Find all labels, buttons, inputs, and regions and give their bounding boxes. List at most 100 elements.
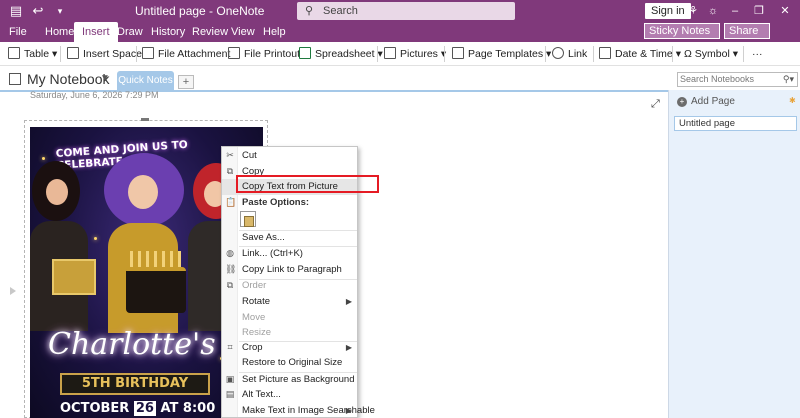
menu-item-order: ⧉ Order (222, 278, 357, 294)
ribbon: Table ▾ Insert Space File Attachment Fil… (0, 42, 800, 66)
menu-item-label: Alt Text... (242, 389, 281, 400)
paragraph-handle-icon[interactable] (10, 287, 16, 295)
page-time: 7:29 PM (125, 90, 159, 100)
symbol-label: Symbol (694, 48, 730, 60)
submenu-arrow-icon: ▶ (345, 343, 352, 352)
tab-help[interactable]: Help (263, 22, 286, 42)
close-icon[interactable]: ✕ (777, 3, 793, 19)
tab-file[interactable]: File (9, 22, 27, 42)
alt-text-icon: ▤ (225, 389, 235, 399)
page-item[interactable]: Untitled page (674, 116, 797, 131)
calendar-icon (599, 47, 611, 59)
printout-icon (228, 47, 240, 59)
date-day: 26 (133, 401, 156, 416)
add-page-label: Add Page (691, 96, 735, 107)
title-bar: ▤ ↩ ▾ Untitled page - OneNote ⚲ Search S… (0, 0, 800, 22)
notebook-search-input[interactable]: Search Notebooks ⚲▾ (677, 72, 798, 87)
file-printout-button[interactable]: File Printout (228, 46, 300, 62)
menu-item-label: Cut (242, 150, 257, 161)
menu-item-link[interactable]: ◍ Link... (Ctrl+K) (222, 246, 357, 262)
ribbon-divider (60, 46, 61, 62)
chevron-down-icon[interactable]: ▼ (100, 73, 110, 84)
pictures-button[interactable]: Pictures ▾ (384, 46, 446, 62)
customize-toolbar-icon[interactable]: ▾ (52, 3, 68, 19)
symbol-button[interactable]: Ω Symbol ▾ (684, 46, 738, 62)
date-time: AT 8:00 (160, 401, 216, 416)
menu-item-move: Move (222, 310, 357, 326)
sidebar-toggle-icon[interactable]: ▤ (8, 3, 24, 19)
scissors-icon: ✂ (226, 150, 234, 160)
notebook-name[interactable]: My Notebook (27, 71, 109, 87)
sparkle (94, 237, 97, 240)
file-attachment-button[interactable]: File Attachment (142, 46, 230, 62)
sticky-notes-button[interactable]: Sticky Notes (644, 23, 720, 39)
section-tab-quick-notes[interactable]: Quick Notes (117, 71, 174, 90)
more-button[interactable]: ··· (752, 46, 763, 62)
link-label: Link (568, 48, 588, 60)
menu-item-restore-original-size[interactable]: Restore to Original Size (222, 355, 357, 371)
expand-icon[interactable]: ⤢ (651, 98, 660, 111)
link-button[interactable]: Link (552, 46, 587, 62)
menu-item-label: Move (242, 312, 266, 323)
paste-keep-source-button[interactable] (240, 211, 256, 227)
container-drag-handle[interactable] (141, 118, 149, 121)
menu-item-label: Rotate (242, 296, 270, 307)
menu-item-save-as[interactable]: Save As... (222, 230, 357, 246)
sign-in-button[interactable]: Sign in (645, 3, 691, 19)
menu-item-crop[interactable]: ⌗ Crop ▶ (222, 340, 357, 356)
invitation-date: OCTOBER 26 AT 8:00 (60, 401, 215, 416)
file-attachment-label: File Attachment (158, 48, 231, 60)
menu-item-make-text-searchable[interactable]: Make Text in Image Searchable ▶ (222, 403, 375, 418)
link-globe-icon: ◍ (226, 248, 234, 258)
share-button[interactable]: Share (724, 23, 770, 39)
pin-icon[interactable]: ✱ (789, 96, 796, 105)
copy-icon: ⧉ (226, 166, 234, 176)
minimize-icon[interactable]: – (727, 3, 743, 19)
back-icon[interactable]: ↩ (30, 3, 46, 19)
submenu-arrow-icon: ▶ (345, 297, 352, 306)
page-templates-label: Page Templates (468, 48, 544, 60)
lightbulb-icon[interactable]: ☼ (705, 3, 721, 19)
table-button[interactable]: Table ▾ (8, 46, 57, 62)
menu-item-label: Set Picture as Background (242, 374, 355, 385)
search-box[interactable]: ⚲ Search (297, 2, 515, 20)
date-time-button[interactable]: Date & Time ▾ (599, 46, 681, 62)
insert-space-button[interactable]: Insert Space (67, 46, 142, 62)
menu-item-alt-text[interactable]: ▤ Alt Text... (222, 387, 357, 403)
tab-view[interactable]: View (231, 22, 255, 42)
menu-item-set-picture-background[interactable]: ▣ Set Picture as Background (222, 372, 357, 388)
tab-review[interactable]: Review (192, 22, 228, 42)
tab-history[interactable]: History (151, 22, 185, 42)
add-section-button[interactable]: + (178, 75, 194, 89)
spreadsheet-button[interactable]: Spreadsheet ▾ (299, 46, 383, 62)
menu-item-label: Paste Options: (242, 197, 310, 208)
character-center-face (128, 175, 158, 209)
character-left-face (46, 179, 68, 205)
menu-item-label: Save As... (242, 232, 285, 243)
tab-draw[interactable]: Draw (117, 22, 143, 42)
birthday-cake (126, 267, 186, 313)
add-page-button[interactable]: + Add Page (677, 96, 735, 107)
template-icon (452, 47, 464, 59)
restore-icon[interactable]: ❐ (751, 3, 767, 19)
date-month: OCTOBER (60, 401, 130, 416)
add-icon: + (677, 97, 687, 107)
menu-item-label: Resize (242, 327, 272, 338)
file-printout-label: File Printout (244, 48, 301, 60)
invitation-subtitle: 5TH BIRTHDAY (60, 373, 210, 395)
page-templates-button[interactable]: Page Templates ▾ (452, 46, 551, 62)
menu-item-rotate[interactable]: Rotate ▶ (222, 294, 357, 310)
menu-item-cut[interactable]: ✂ Cut (222, 148, 357, 164)
tab-home[interactable]: Home (45, 22, 74, 42)
ribbon-divider (672, 46, 673, 62)
mic-icon[interactable]: ⚘ (685, 3, 701, 19)
excel-icon (299, 47, 311, 59)
tab-insert[interactable]: Insert (74, 22, 118, 42)
menu-item-label: Copy Link to Paragraph (242, 264, 342, 275)
order-icon: ⧉ (226, 280, 234, 290)
notebook-search-placeholder: Search Notebooks (680, 74, 755, 84)
menu-item-copy-link-to-paragraph[interactable]: ⛓ Copy Link to Paragraph (222, 262, 357, 278)
search-icon: ⚲▾ (782, 74, 794, 84)
search-icon: ⚲ (305, 5, 314, 17)
ribbon-divider (593, 46, 594, 62)
